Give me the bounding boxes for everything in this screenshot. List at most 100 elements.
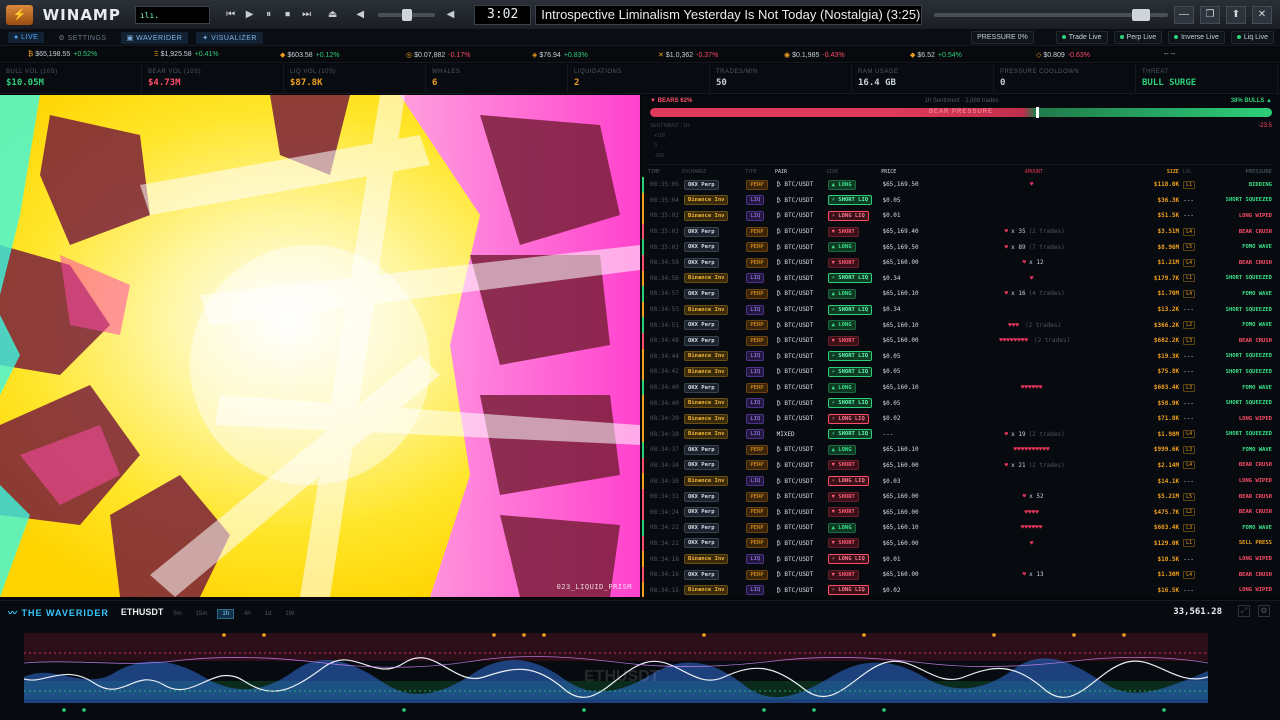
winamp-logo-icon[interactable]: ⚡ [6,4,33,25]
timeframe-4h[interactable]: 4h [240,610,255,618]
stop-icon[interactable]: ⏹ [280,7,296,23]
perp-live-status: Perp Live [1113,31,1163,44]
trade-pressure: SHORT SQUEEZED [1225,400,1272,407]
trade-time: 08:34:30 [650,477,679,485]
amount-count: x 52 [1029,493,1044,501]
pause-icon[interactable]: ⏸ [261,7,277,23]
eject-icon[interactable]: ⏏ [325,7,341,23]
trade-panel: ▼ BEARS 62% 1h Sentiment · 2,888 trades … [642,95,1280,597]
trade-row[interactable]: 08:34:31 OKX Perp PERP ₿ BTC/USDT ▼ SHORT $65… [642,488,1280,505]
trade-row[interactable]: 08:34:15 Binance Inv LIQ ₿ BTC/USDT ⚡ LONG L… [642,582,1280,597]
ticker-item[interactable]: ◆ $6.52 +0.54% [882,51,1008,59]
amount-hearts: ♥ [1029,539,1034,547]
ticker-item[interactable]: ₿ $65,198.55 +0.52% [0,51,126,58]
stat-value: 6 [432,78,438,88]
timeframe-1d[interactable]: 1d [261,610,276,618]
coin-icon: ◆ [280,51,286,59]
trade-row[interactable]: 08:34:40 OKX Perp PERP ₿ BTC/USDT ▲ LONG $65,… [642,379,1280,396]
trade-row[interactable]: 08:34:37 OKX Perp PERP ₿ BTC/USDT ▲ LONG $65,… [642,442,1280,458]
trade-row[interactable]: 08:34:18 Binance Inv LIQ ₿ BTC/USDT ⚡ LONG L… [642,551,1280,567]
trade-row[interactable]: 08:34:42 Binance Inv LIQ ₿ BTC/USDT ⚡ SHORT … [642,364,1280,380]
waverider-chart[interactable]: ETHUSDT [24,633,1208,713]
trade-row[interactable]: 08:34:58 OKX Perp PERP ₿ BTC/USDT ▼ SHORT $65… [642,254,1280,271]
side-badge: ▼ SHORT [827,257,859,268]
trade-pair: ₿ BTC/USDT [776,493,814,501]
trade-row[interactable]: 08:34:44 Binance Inv LIQ ₿ BTC/USDT ⚡ SHORT … [642,348,1280,365]
seek-bar[interactable] [933,8,1168,21]
previous-icon[interactable]: ⏮ [223,7,239,23]
trade-amount: ♥ x 35 (2 trades) [945,228,1125,235]
restore-button[interactable]: ❐ [1200,5,1220,24]
trade-row[interactable]: 08:34:24 OKX Perp PERP ₿ BTC/USDT ▼ SHORT $65… [642,504,1280,521]
trade-row[interactable]: 08:34:57 OKX Perp PERP ₿ BTC/USDT ▲ LONG $65,… [642,286,1280,302]
timeframe-1h[interactable]: 1h [217,608,235,619]
ticker-item[interactable]: ◎ $0.07,882 -0.17% [378,51,504,59]
trade-pressure: LONG WIPED [1238,478,1272,485]
trade-list[interactable]: 08:35:05 OKX Perp PERP ₿ BTC/USDT ▲ LONG $65,… [642,177,1280,597]
trade-row[interactable]: 08:34:38 Binance Inv LIQ MIXED ⚡ SHORT LIQ --… [642,426,1280,443]
ticker-item[interactable]: -- -- [1134,51,1260,58]
tab-visualizer[interactable]: ✦ VISUALIZER [196,31,263,44]
tab-waverider[interactable]: ▣ WAVERIDER [120,31,189,44]
timeframe-15m[interactable]: 15m [192,610,212,618]
volume-slider[interactable] [377,8,435,21]
trade-row[interactable]: 08:35:02 Binance Inv LIQ ₿ BTC/USDT ⚡ LONG L… [642,208,1280,224]
play-icon[interactable]: ▶ [242,7,258,23]
ticker-item[interactable]: Ξ $1,925.58 +0.41% [126,51,252,58]
trade-row[interactable]: 08:34:51 OKX Perp PERP ₿ BTC/USDT ▲ LONG $65,… [642,317,1280,333]
side-badge: ⚡ SHORT LIQ [827,429,873,440]
next-icon[interactable]: ⏭ [299,7,315,23]
trade-size: $71.8K [1157,415,1180,423]
trade-price: $65,160.00 [882,571,919,579]
trade-side: ▼ SHORT [827,460,883,471]
winamp-mini-visualizer[interactable]: ılı. [134,5,210,24]
ticker-item[interactable]: ✕ $1.0,362 -0.37% [630,51,756,59]
amount-hearts: ♥ [1022,571,1027,579]
ticker-item[interactable]: ◉ $0.1,985 -0.43% [756,51,882,59]
stat-value: 0 [1000,78,1006,88]
trade-row[interactable]: 08:34:22 OKX Perp PERP ₿ BTC/USDT ▲ LONG $65,… [642,520,1280,536]
trade-table-header: TIME EXCHANGE TYPE PAIR SIDE PRICE AMOUN… [642,167,1280,177]
ticker-item[interactable]: ◈ $76.94 +0.83% [504,51,630,59]
trade-row[interactable]: 08:34:53 Binance Inv LIQ ₿ BTC/USDT ⚡ SHORT … [642,301,1280,318]
tab-live[interactable]: ● LIVE [8,32,45,43]
expand-icon[interactable]: ⤢ [1238,605,1250,617]
trade-pressure: BEAR CRUSH [1238,571,1272,578]
trade-row[interactable]: 08:35:03 OKX Perp PERP ₿ BTC/USDT ▲ LONG $65,… [642,239,1280,255]
trade-side: ⚡ SHORT LIQ [827,351,883,362]
trade-row[interactable]: 08:34:16 OKX Perp PERP ₿ BTC/USDT ▼ SHORT $65… [642,566,1280,583]
trade-price: $65,169.40 [882,228,919,236]
ticker-item[interactable]: ◆ $603.58 +0.12% [252,51,378,59]
trade-row[interactable]: 08:34:48 OKX Perp PERP ₿ BTC/USDT ▼ SHORT $65… [642,332,1280,349]
timeframe-5m[interactable]: 5m [169,610,185,618]
trade-row[interactable]: 08:34:21 OKX Perp PERP ₿ BTC/USDT ▼ SHORT $65… [642,535,1280,552]
shade-button[interactable]: ⬆ [1226,5,1246,24]
trade-row[interactable]: 08:34:34 OKX Perp PERP ₿ BTC/USDT ▼ SHORT $65… [642,457,1280,474]
trade-side: ⚡ SHORT LIQ [827,398,883,409]
trade-row[interactable]: 08:35:05 OKX Perp PERP ₿ BTC/USDT ▲ LONG $65,… [642,177,1280,193]
timeframe-1W[interactable]: 1W [281,610,298,618]
exchange-badge: OKX Perp [684,569,719,580]
sentiment-chart-label: SENTIMENT · 1H [650,123,690,129]
close-button[interactable]: ✕ [1252,5,1272,24]
side-badge: ▲ LONG [827,242,856,253]
trade-row[interactable]: 08:35:04 Binance Inv LIQ ₿ BTC/USDT ⚡ SHORT … [642,192,1280,209]
minimize-button[interactable]: — [1174,5,1194,24]
trade-row[interactable]: 08:35:03 OKX Perp PERP ₿ BTC/USDT ▼ SHORT $65… [642,223,1280,240]
trade-time: 08:34:21 [650,539,679,547]
stat-cell: WHALES 6 [426,64,568,93]
trade-row[interactable]: 08:34:39 Binance Inv LIQ ₿ BTC/USDT ⚡ LONG L… [642,410,1280,427]
trade-exchange: OKX Perp [684,382,746,393]
settings-icon[interactable]: ⚙ [1258,605,1270,617]
trade-row[interactable]: 08:34:40 Binance Inv LIQ ₿ BTC/USDT ⚡ SHORT … [642,395,1280,411]
trade-row[interactable]: 08:34:30 Binance Inv LIQ ₿ BTC/USDT ⚡ LONG L… [642,473,1280,489]
trade-side: ⚡ LONG LIQ [827,585,883,596]
ticker-change: -0.63% [1067,51,1090,59]
waverider-symbol[interactable]: ETHUSDT [121,607,164,617]
tab-settings[interactable]: ⚙ SETTINGS [52,32,112,44]
level-badge: L3 [1183,445,1196,454]
ticker-item[interactable]: ◇ $0.809 -0.63% [1008,51,1134,59]
trade-amount: ♥♥♥ (2 trades) [945,322,1125,329]
visualizer-canvas[interactable]: 023_LIQUID_PRISM [0,95,640,597]
trade-row[interactable]: 08:34:56 Binance Inv LIQ ₿ BTC/USDT ⚡ SHORT … [642,270,1280,287]
